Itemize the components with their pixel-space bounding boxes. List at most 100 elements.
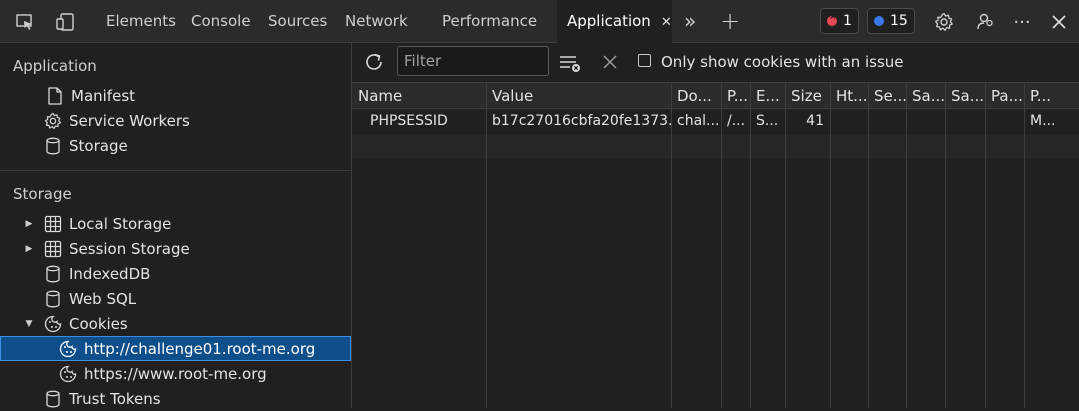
cell-expires: S... (756, 113, 779, 129)
sidebar-item-manifest[interactable]: Manifest (0, 83, 351, 108)
tab-application-label: Application (567, 12, 651, 30)
column-header-path[interactable]: P... (721, 83, 750, 109)
section-title-application: Application (13, 57, 97, 75)
column-divider (721, 83, 722, 408)
column-header-expires[interactable]: E... (750, 83, 785, 109)
tab-console[interactable]: Console (191, 0, 251, 43)
table-header: Name Value Do... P... E... Size Ht... Se… (352, 83, 1079, 109)
expand-arrow-icon[interactable]: ▶ (24, 219, 34, 229)
sidebar-item-cookie-challenge01[interactable]: http://challenge01.root-me.org (0, 336, 351, 361)
message-count-badge[interactable]: 15 (867, 8, 915, 34)
column-header-partition-key[interactable]: Pa... (985, 83, 1024, 109)
sidebar: Application Manifest Service Workers Sto… (0, 43, 352, 408)
cell-httponly (830, 109, 868, 134)
devtools-tabbar: Elements Console Sources Network Perform… (0, 0, 1079, 43)
sidebar-item-label: Manifest (71, 86, 136, 105)
sidebar-item-label: Trust Tokens (69, 389, 161, 408)
cell-path: /... (727, 113, 746, 129)
tab-sources[interactable]: Sources (268, 0, 327, 43)
column-divider (486, 83, 487, 408)
cell-value: b17c27016cbfa20fe1373... (492, 113, 671, 129)
collapse-arrow-icon[interactable]: ▼ (24, 319, 34, 329)
document-icon (45, 86, 65, 106)
sidebar-item-service-workers[interactable]: Service Workers (0, 108, 351, 133)
sidebar-item-local-storage[interactable]: ▶ Local Storage (0, 211, 351, 236)
sidebar-item-trust-tokens[interactable]: Trust Tokens (0, 386, 351, 411)
tab-performance[interactable]: Performance (442, 0, 537, 43)
sidebar-item-indexeddb[interactable]: IndexedDB (0, 261, 351, 286)
sidebar-item-label: Service Workers (69, 111, 190, 130)
cookies-toolbar: Only show cookies with an issue (352, 43, 1079, 83)
cookie-icon (58, 339, 78, 359)
cell-sameparty (945, 109, 985, 134)
tab-elements[interactable]: Elements (106, 0, 176, 43)
delete-selected-icon[interactable] (599, 51, 621, 73)
table-row[interactable]: PHPSESSID b17c27016cbfa20fe1373... chal.… (352, 109, 1079, 134)
table-row-empty (352, 134, 1079, 158)
database-icon (43, 136, 63, 156)
only-issues-label: Only show cookies with an issue (661, 53, 904, 71)
column-divider (985, 83, 986, 408)
inspect-element-icon[interactable] (14, 11, 36, 33)
more-tabs-button[interactable]: » (684, 0, 696, 43)
tab-network[interactable]: Network (345, 0, 408, 43)
table-icon (43, 239, 63, 259)
sidebar-item-label: http://challenge01.root-me.org (84, 339, 316, 358)
filter-input[interactable] (397, 46, 549, 76)
error-count-badge[interactable]: 1 (820, 8, 859, 34)
column-header-domain[interactable]: Do... (671, 83, 721, 109)
refresh-icon[interactable] (363, 51, 385, 73)
column-header-value[interactable]: Value (486, 83, 671, 109)
close-icon[interactable]: ✕ (661, 1, 672, 44)
sidebar-item-session-storage[interactable]: ▶ Session Storage (0, 236, 351, 261)
cookie-icon (58, 364, 78, 384)
cell-size: 41 (806, 113, 824, 129)
sidebar-item-label: Local Storage (69, 214, 172, 233)
column-divider (868, 83, 869, 408)
error-icon (827, 12, 837, 26)
column-header-size[interactable]: Size (785, 83, 830, 109)
database-icon (43, 389, 63, 409)
error-count: 1 (843, 13, 852, 29)
expand-arrow-icon[interactable]: ▶ (24, 244, 34, 254)
cookies-table: Name Value Do... P... E... Size Ht... Se… (352, 83, 1079, 408)
sidebar-item-cookies[interactable]: ▼ Cookies (0, 311, 351, 336)
add-tab-button[interactable]: + (720, 0, 740, 43)
gear-icon[interactable] (933, 11, 955, 33)
sidebar-item-web-sql[interactable]: Web SQL (0, 286, 351, 311)
sidebar-item-label: Storage (69, 136, 128, 155)
column-header-sameparty[interactable]: Sa... (945, 83, 985, 109)
customize-icon[interactable] (974, 11, 996, 33)
sidebar-item-label: Web SQL (69, 289, 137, 308)
message-count: 15 (890, 13, 908, 29)
cell-name: PHPSESSID (370, 113, 448, 129)
clear-all-icon[interactable] (559, 52, 581, 74)
table-icon (43, 214, 63, 234)
column-header-secure[interactable]: Se... (868, 83, 906, 109)
sidebar-item-cookie-www[interactable]: https://www.root-me.org (0, 361, 351, 386)
cell-samesite (906, 109, 945, 134)
cookie-icon (43, 314, 63, 334)
cell-priority: M... (1030, 113, 1056, 129)
sidebar-item-label: Session Storage (69, 239, 190, 258)
column-header-name[interactable]: Name (352, 83, 486, 109)
tab-application[interactable]: Application ✕ (557, 0, 672, 43)
sidebar-item-storage[interactable]: Storage (0, 133, 351, 158)
column-divider (1024, 83, 1025, 408)
sidebar-item-label: IndexedDB (69, 264, 151, 283)
column-divider (785, 83, 786, 408)
column-header-samesite[interactable]: Sa... (906, 83, 945, 109)
cell-domain: chal... (677, 113, 720, 129)
device-emulation-icon[interactable] (54, 11, 76, 33)
column-header-httponly[interactable]: Ht... (830, 83, 868, 109)
section-divider (0, 170, 351, 171)
column-divider (830, 83, 831, 408)
column-header-priority[interactable]: P... (1024, 83, 1079, 109)
column-divider (671, 83, 672, 408)
more-options-icon[interactable]: ··· (1011, 11, 1033, 33)
only-issues-checkbox[interactable] (638, 54, 651, 67)
database-icon (43, 264, 63, 284)
column-divider (945, 83, 946, 408)
close-devtools-icon[interactable] (1048, 11, 1070, 33)
message-icon (874, 16, 884, 26)
